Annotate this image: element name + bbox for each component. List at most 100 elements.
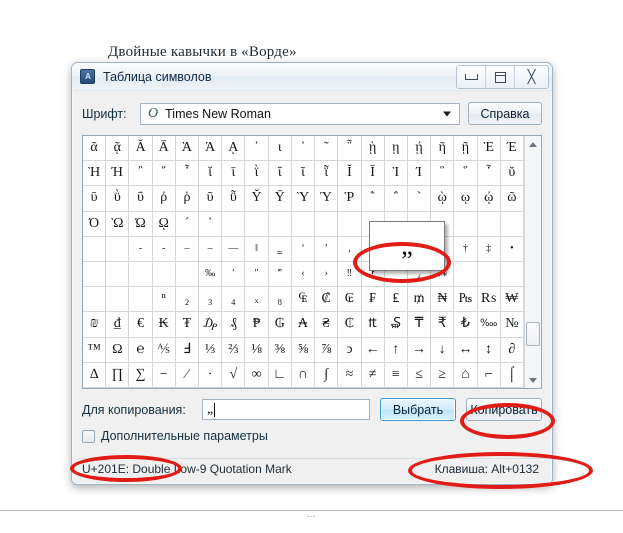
character-cell[interactable]: Ὲ <box>477 136 501 162</box>
minimize-button[interactable] <box>457 66 486 88</box>
character-cell[interactable]: Έ <box>500 136 524 162</box>
character-cell[interactable]: ‘ <box>291 236 316 262</box>
character-cell[interactable]: ″ <box>245 261 269 288</box>
character-cell[interactable]: ∑ <box>129 362 153 388</box>
character-cell[interactable]: ₵ <box>338 312 362 338</box>
character-cell[interactable]: ῐ <box>199 161 223 187</box>
character-cell[interactable]: ₰ <box>222 312 246 338</box>
advanced-options-row[interactable]: Дополнительные параметры <box>82 429 542 443</box>
character-cell[interactable]: ↔ <box>454 337 478 363</box>
character-cell[interactable]: ∞ <box>245 362 269 388</box>
character-cell[interactable]: ₫ <box>106 312 130 338</box>
window-titlebar[interactable]: A Таблица символов ╳ <box>72 63 552 91</box>
character-cell[interactable]: ῗ <box>315 161 339 187</box>
character-cell[interactable]: ῃ <box>384 136 408 162</box>
character-cell[interactable]: Ῐ <box>338 161 362 187</box>
character-cell[interactable]: ⅛ <box>245 337 269 363</box>
maximize-button[interactable] <box>486 66 515 88</box>
character-cell[interactable]: ῎ <box>152 161 176 187</box>
character-cell[interactable]: ₶ <box>361 312 385 338</box>
character-cell[interactable]: ₷ <box>384 312 408 338</box>
character-cell[interactable]: ⅔ <box>222 337 246 363</box>
character-cell[interactable]: Ί <box>407 161 432 187</box>
character-cell[interactable]: ₂ <box>175 287 200 313</box>
close-button[interactable]: ╳ <box>515 66 548 88</box>
character-cell[interactable]: ⅓ <box>199 337 223 363</box>
character-cell[interactable]: → <box>407 337 432 363</box>
character-cell[interactable]: Ό <box>83 211 107 237</box>
character-cell[interactable]: Ω <box>106 337 130 363</box>
character-cell[interactable]: Ᾰ <box>129 136 153 162</box>
character-cell[interactable]: ῥ <box>175 186 200 212</box>
character-cell[interactable]: ‼ <box>338 261 362 288</box>
character-cell[interactable]: ∕ <box>175 362 200 388</box>
character-cell[interactable]: ῇ <box>454 136 478 162</box>
character-cell[interactable]: ← <box>361 337 385 363</box>
character-cell[interactable]: ₩ <box>500 287 524 313</box>
character-cell[interactable]: Ῠ <box>245 186 269 212</box>
character-cell[interactable]: ῂ <box>361 136 385 162</box>
character-cell[interactable]: ῴ <box>477 186 501 212</box>
character-cell[interactable]: ₺ <box>454 312 478 338</box>
character-cell[interactable]: ₤ <box>384 287 408 313</box>
character-cell[interactable]: ℮ <box>129 337 153 363</box>
character-cell[interactable]: ῝ <box>431 161 455 187</box>
character-cell[interactable]: ↑ <box>384 337 408 363</box>
character-cell[interactable]: ₯ <box>199 312 223 338</box>
character-cell[interactable]: ‒ <box>175 236 200 262</box>
character-cell[interactable]: † <box>454 236 478 262</box>
character-cell[interactable]: ∙ <box>199 362 223 388</box>
character-cell[interactable]: ΰ <box>129 186 153 212</box>
character-cell[interactable]: ‗ <box>268 236 292 262</box>
character-cell[interactable]: ₣ <box>361 287 385 313</box>
character-cell[interactable]: ‑ <box>152 236 176 262</box>
character-cell[interactable]: ῍ <box>129 161 153 187</box>
character-cell[interactable]: ῡ <box>83 186 107 212</box>
character-cell[interactable]: ™ <box>83 337 107 363</box>
character-cell[interactable]: • <box>500 236 524 262</box>
character-cell[interactable]: ₳ <box>291 312 316 338</box>
character-cell[interactable]: Ὼ <box>106 211 130 237</box>
character-cell[interactable]: ‹ <box>291 261 316 288</box>
character-cell[interactable]: ∟ <box>268 362 292 388</box>
character-cell[interactable]: Ῥ <box>338 186 362 212</box>
character-cell[interactable]: ₭ <box>152 312 176 338</box>
character-cell[interactable]: ⌂ <box>454 362 478 388</box>
character-cell[interactable]: ῧ <box>222 186 246 212</box>
character-cell[interactable]: ´ <box>175 211 200 237</box>
character-cell[interactable]: ᾽ <box>245 136 269 162</box>
character-cell[interactable]: ῄ <box>407 136 432 162</box>
character-cell[interactable]: № <box>500 312 524 338</box>
chevron-down-icon[interactable] <box>443 111 451 116</box>
character-cell[interactable]: ∩ <box>291 362 316 388</box>
character-cell[interactable]: ≠ <box>361 362 385 388</box>
character-cell[interactable]: ῑ <box>222 161 246 187</box>
character-cell[interactable]: Ὴ <box>83 161 107 187</box>
character-cell[interactable]: ₲ <box>268 312 292 338</box>
character-cell[interactable]: ῞ <box>454 161 478 187</box>
character-cell[interactable]: ₦ <box>431 287 455 313</box>
character-cell[interactable]: ↄ <box>338 337 362 363</box>
character-cell[interactable]: ⌐ <box>477 362 501 388</box>
character-cell[interactable]: ‚ <box>338 236 362 262</box>
copy-input[interactable]: „ <box>202 399 370 420</box>
select-button[interactable]: Выбрать <box>380 398 456 421</box>
copy-button[interactable]: Копировать <box>466 398 542 421</box>
character-cell[interactable]: ₪ <box>83 312 107 338</box>
character-cell[interactable]: ῀ <box>315 136 339 162</box>
character-cell[interactable]: ΅ <box>384 186 408 212</box>
character-cell[interactable]: ι <box>268 136 292 162</box>
advanced-options-checkbox[interactable] <box>82 429 95 443</box>
character-cell[interactable]: ᾷ <box>106 136 130 162</box>
character-cell[interactable]: ∂ <box>500 337 524 363</box>
character-cell[interactable]: ≥ <box>431 362 455 388</box>
character-cell[interactable]: € <box>129 312 153 338</box>
character-cell[interactable]: ⅜ <box>268 337 292 363</box>
character-cell[interactable]: ‐ <box>129 236 153 262</box>
character-cell[interactable]: ∆ <box>83 362 107 388</box>
character-cell[interactable]: √ <box>222 362 246 388</box>
scroll-up-arrow-icon[interactable] <box>525 136 541 152</box>
character-cell[interactable]: ₃ <box>199 287 223 313</box>
character-cell[interactable]: ῆ <box>431 136 455 162</box>
character-cell[interactable]: ῤ <box>152 186 176 212</box>
